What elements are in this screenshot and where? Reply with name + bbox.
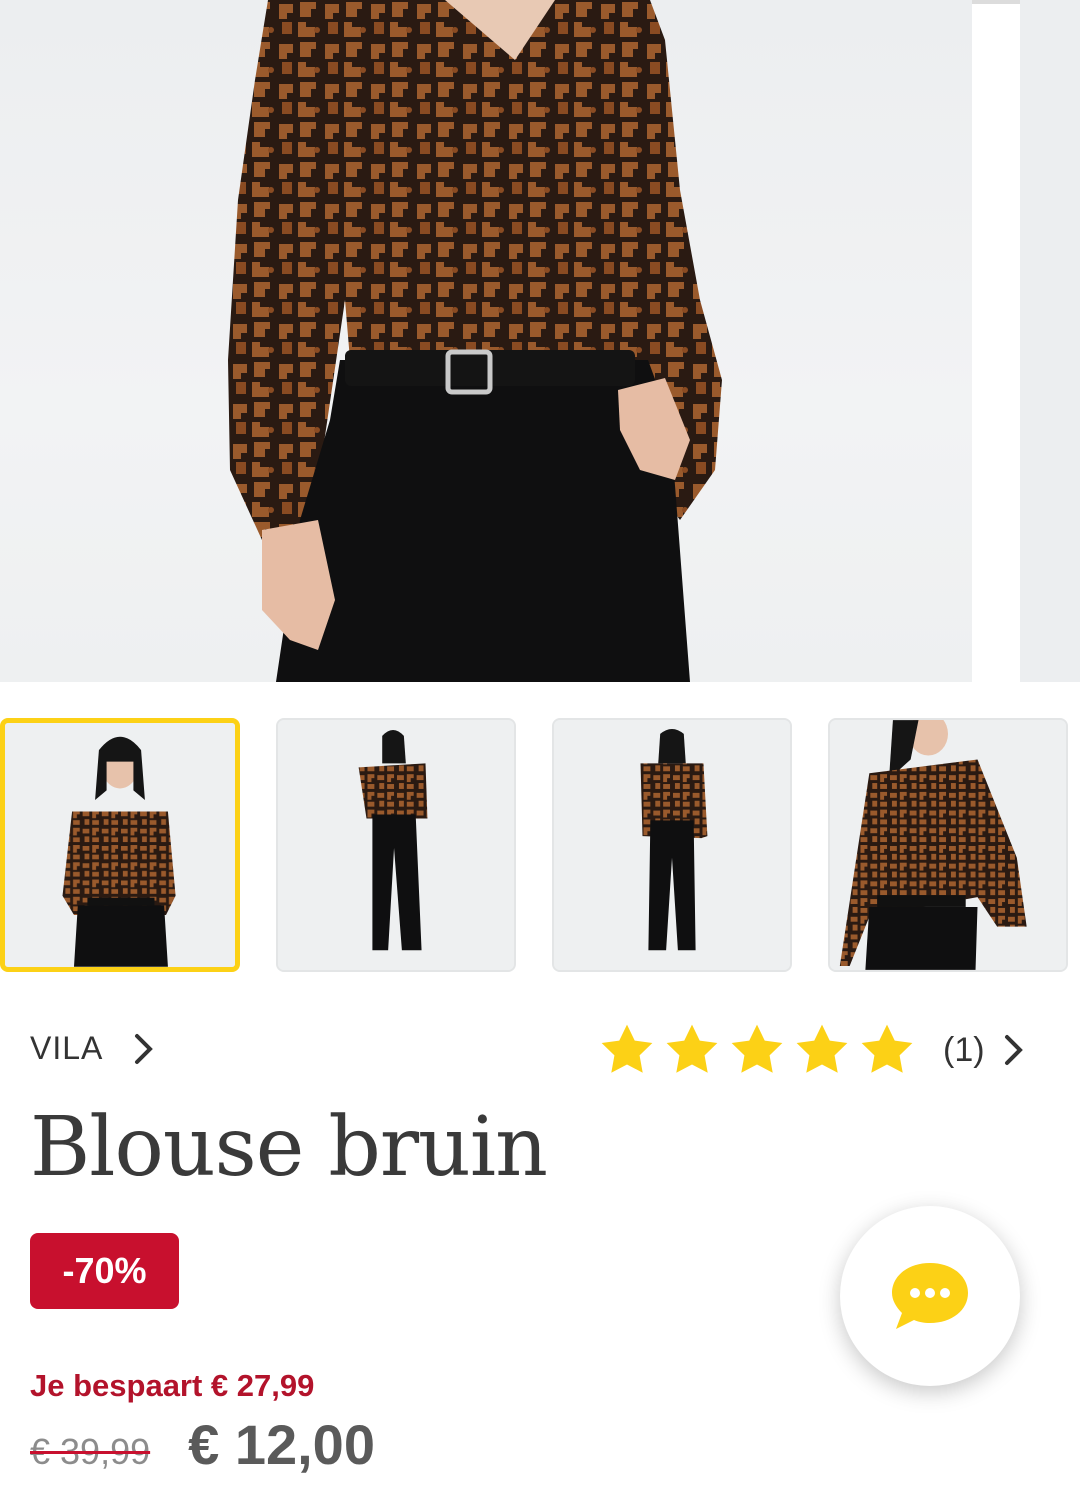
star-icon: [666, 1024, 718, 1073]
price-block: € 39,99 € 12,00: [30, 1412, 375, 1477]
star-icon: [731, 1024, 783, 1073]
review-count: (1): [943, 1030, 985, 1069]
star-icon: [601, 1024, 653, 1073]
current-price: € 12,00: [188, 1413, 375, 1476]
rating-link[interactable]: (1): [598, 1020, 1025, 1080]
next-image-peek[interactable]: [1020, 0, 1080, 682]
saving-text: Je bespaart € 27,99: [30, 1368, 315, 1403]
product-title: Blouse bruin: [30, 1100, 548, 1195]
main-product-image[interactable]: [0, 0, 972, 682]
star-icon: [796, 1024, 848, 1073]
discount-badge: -70%: [30, 1233, 179, 1309]
thumbnail-back[interactable]: [552, 718, 792, 972]
brand-name: VILA: [30, 1030, 104, 1066]
star-icon: [861, 1024, 913, 1073]
chevron-right-icon: [1004, 1035, 1023, 1065]
chat-button[interactable]: [840, 1206, 1020, 1386]
thumbnail-image: [830, 720, 1066, 970]
thumbnail-full-front[interactable]: [276, 718, 516, 972]
chat-bubble-icon: [892, 1263, 968, 1329]
thumbnail-front[interactable]: [0, 718, 240, 972]
thumbnail-image: [5, 723, 235, 967]
thumbnail-side[interactable]: [828, 718, 1068, 972]
product-photo: [228, 0, 722, 682]
thumbnail-strip: [0, 718, 1080, 974]
old-price: € 39,99: [30, 1431, 151, 1472]
thumbnail-image: [554, 720, 790, 970]
thumbnail-image: [278, 720, 514, 970]
chevron-right-icon: [135, 1033, 154, 1064]
brand-link[interactable]: VILA: [30, 1030, 155, 1067]
